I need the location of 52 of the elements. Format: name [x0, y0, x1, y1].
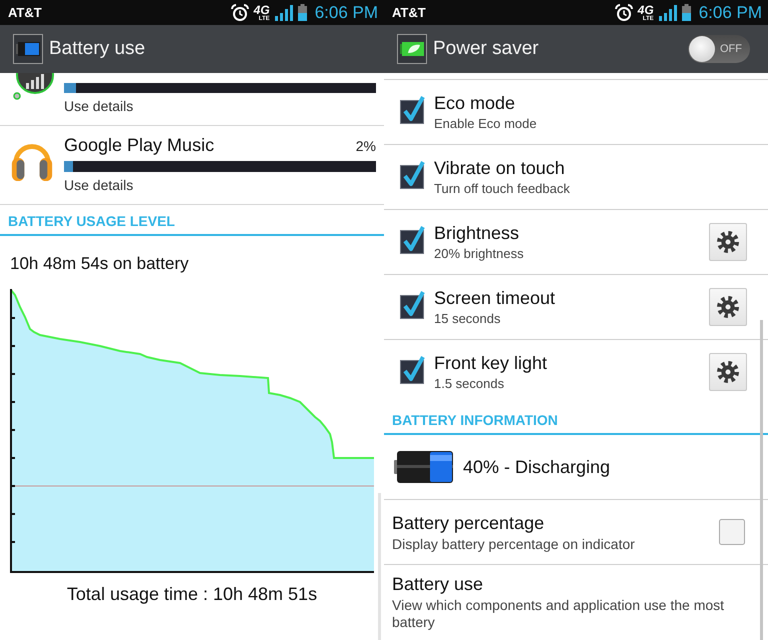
power-saver-app-icon[interactable]	[397, 34, 427, 64]
setting-summary: 15 seconds	[434, 311, 500, 327]
checkbox[interactable]	[400, 226, 426, 254]
gear-icon	[717, 296, 739, 318]
battery-icon	[682, 4, 691, 21]
setting-summary: Display battery percentage on indicator	[392, 536, 635, 552]
setting-title: Brightness	[434, 222, 520, 244]
signal-bars-icon	[274, 4, 293, 20]
settings-button[interactable]	[709, 223, 747, 261]
gear-icon	[717, 361, 739, 383]
setting-title: Vibrate on touch	[434, 157, 565, 179]
setting-title: Screen timeout	[434, 287, 556, 309]
carrier-label: AT&T	[8, 5, 42, 20]
clock-time: 6:06 PM	[314, 2, 378, 22]
setting-summary: 1.5 seconds	[434, 376, 504, 392]
setting-title: Battery use	[392, 573, 484, 595]
settings-button[interactable]	[709, 353, 747, 391]
checkbox[interactable]	[400, 291, 426, 319]
alarm-clock-icon	[230, 4, 249, 22]
setting-summary: Enable Eco mode	[434, 116, 537, 132]
usage-percent: 2%	[356, 138, 376, 154]
network-type-label: 4G	[254, 4, 270, 16]
network-type-label: 4G	[638, 4, 654, 16]
setting-title: Battery percentage	[392, 512, 544, 534]
checkbox[interactable]	[719, 519, 745, 545]
battery-status: 40% - Discharging	[463, 456, 610, 478]
use-details-label: Use details	[64, 98, 134, 115]
total-usage-time: Total usage time : 10h 48m 51s	[66, 584, 318, 604]
checkbox[interactable]	[400, 96, 426, 124]
alarm-clock-icon	[614, 4, 633, 22]
signal-bars-icon	[658, 4, 677, 20]
settings-button[interactable]	[709, 288, 747, 326]
battery-app-icon[interactable]	[13, 34, 43, 64]
app-name: Google Play Music	[64, 135, 214, 156]
clock-time: 6:06 PM	[698, 2, 762, 22]
battery-level-icon	[394, 450, 454, 484]
setting-summary: View which components and application use the most battery	[392, 597, 726, 631]
use-details-label: Use details	[64, 177, 134, 194]
carrier-label: AT&T	[392, 5, 426, 20]
checkbox[interactable]	[400, 161, 426, 189]
section-header: BATTERY USAGE LEVEL	[0, 205, 384, 236]
setting-title: Front key light	[434, 352, 548, 374]
battery-icon	[298, 4, 307, 21]
setting-title: Eco mode	[434, 92, 516, 114]
power-saver-switch[interactable]: OFF	[688, 35, 750, 63]
screen-title: Power saver	[433, 38, 539, 60]
checkbox[interactable]	[400, 356, 426, 384]
screen-title: Battery use	[49, 38, 146, 60]
setting-summary: Turn off touch feedback	[434, 181, 570, 197]
setting-summary: 20% brightness	[434, 246, 524, 262]
time-on-battery: 10h 48m 54s on battery	[10, 254, 189, 273]
gear-icon	[717, 231, 739, 253]
